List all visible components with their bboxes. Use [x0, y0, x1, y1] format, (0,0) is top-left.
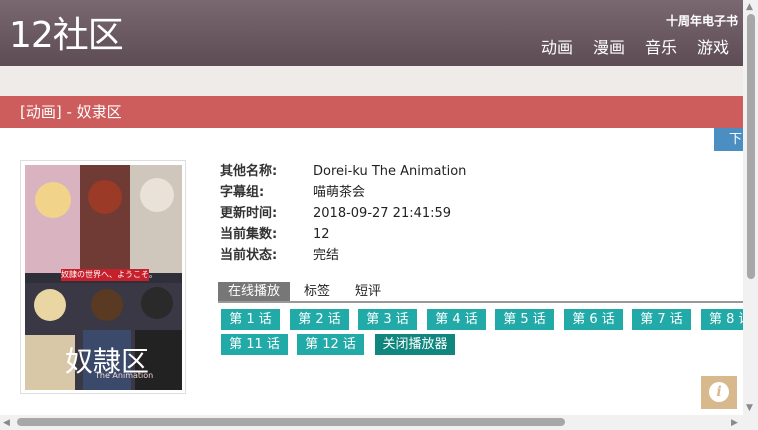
- scroll-left-arrow-icon[interactable]: ◀: [3, 418, 10, 428]
- section-bar: [动画] - 奴隶区: [0, 96, 743, 128]
- info-value: 2018-09-27 21:41:59: [313, 206, 452, 221]
- info-row-alt-name: 其他名称: Dorei-ku The Animation: [220, 164, 466, 185]
- tab-online-play[interactable]: 在线播放: [218, 282, 291, 301]
- content-tabs: 在线播放 标签 短评: [218, 281, 743, 303]
- info-value: 喵萌茶会: [313, 185, 366, 200]
- info-value: 12: [313, 227, 330, 242]
- info-button[interactable]: i: [701, 376, 737, 409]
- info-value: Dorei-ku The Animation: [313, 164, 467, 179]
- main-nav: 动画 漫画 音乐 游戏: [541, 37, 729, 59]
- episode-button[interactable]: 第 3 话: [358, 309, 417, 330]
- nav-item-anime[interactable]: 动画: [541, 37, 573, 59]
- section-title: [动画] - 奴隶区: [20, 103, 122, 121]
- episode-button[interactable]: 第 4 话: [427, 309, 486, 330]
- episode-button[interactable]: 第 12 话: [297, 334, 364, 355]
- horizontal-scrollbar-thumb[interactable]: [17, 418, 565, 426]
- episode-button[interactable]: 第 6 话: [564, 309, 623, 330]
- episode-button[interactable]: 第 5 话: [495, 309, 554, 330]
- info-icon: i: [709, 382, 729, 402]
- info-row-episodes: 当前集数: 12: [220, 227, 466, 248]
- cover-image[interactable]: 奴隷の世界へ、ようこそ。 奴隷区 The Animation: [25, 165, 182, 390]
- info-row-updated: 更新时间: 2018-09-27 21:41:59: [220, 206, 466, 227]
- episode-button[interactable]: 第 8 话: [701, 309, 743, 330]
- site-logo[interactable]: 12社区: [9, 14, 124, 58]
- promo-link[interactable]: 十周年电子书: [666, 12, 738, 29]
- nav-item-games[interactable]: 游戏: [697, 37, 729, 59]
- nav-item-music[interactable]: 音乐: [645, 37, 677, 59]
- site-header: 12社区 十周年电子书 动画 漫画 音乐 游戏: [0, 0, 743, 66]
- close-player-button[interactable]: 关闭播放器: [375, 334, 455, 355]
- episode-button[interactable]: 第 2 话: [290, 309, 349, 330]
- download-button[interactable]: 下: [714, 128, 743, 151]
- tab-reviews[interactable]: 短评: [355, 282, 381, 301]
- cover-image-frame: 奴隷の世界へ、ようこそ。 奴隷区 The Animation: [20, 160, 186, 394]
- nav-item-manga[interactable]: 漫画: [593, 37, 625, 59]
- cover-banner: 奴隷の世界へ、ようこそ。: [61, 269, 157, 281]
- info-label: 当前状态:: [220, 248, 278, 263]
- scroll-right-arrow-icon[interactable]: ▶: [731, 418, 738, 428]
- info-row-status: 当前状态: 完结: [220, 248, 466, 269]
- tab-tags[interactable]: 标签: [304, 282, 330, 301]
- info-row-fansub: 字幕组: 喵萌茶会: [220, 185, 466, 206]
- info-label: 其他名称:: [220, 164, 278, 179]
- episode-button[interactable]: 第 1 话: [221, 309, 280, 330]
- scroll-up-arrow-icon[interactable]: ▲: [746, 2, 753, 12]
- info-label: 当前集数:: [220, 227, 278, 242]
- cover-subtitle: The Animation: [95, 371, 154, 380]
- vertical-scrollbar-thumb[interactable]: [747, 14, 755, 279]
- info-label: 字幕组:: [220, 185, 265, 200]
- sub-bar: [0, 66, 743, 96]
- scroll-down-arrow-icon[interactable]: ▼: [746, 403, 753, 413]
- anime-info: 其他名称: Dorei-ku The Animation 字幕组: 喵萌茶会 更…: [220, 164, 466, 269]
- episode-button[interactable]: 第 11 话: [221, 334, 288, 355]
- episode-button[interactable]: 第 7 话: [632, 309, 691, 330]
- info-label: 更新时间:: [220, 206, 278, 221]
- info-value: 完结: [313, 248, 340, 263]
